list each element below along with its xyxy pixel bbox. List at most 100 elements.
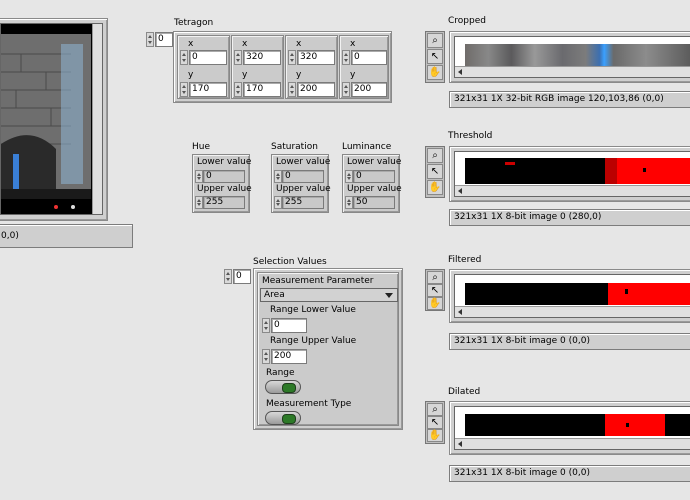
range-lower-spinner[interactable] [262, 318, 270, 333]
point-y-label: y [296, 70, 302, 80]
luminance-title: Luminance [342, 142, 392, 152]
point-x-spinner[interactable] [180, 50, 188, 65]
cropped-toolbox: ⌕ ↖ ✋ [425, 31, 445, 83]
range-toggle-label: Range [266, 368, 295, 378]
hue-upper-spinner[interactable] [195, 196, 203, 209]
luminance-upper-field[interactable]: 50 [353, 196, 395, 209]
point-y-spinner[interactable] [288, 82, 296, 97]
cropped-hscroll[interactable] [455, 66, 690, 77]
luminance-lower-spinner[interactable] [345, 170, 353, 183]
filtered-toolbox: ⌕ ↖ ✋ [425, 269, 445, 311]
luminance-upper-spinner[interactable] [345, 196, 353, 209]
saturation-upper-label: Upper value [276, 184, 331, 194]
tetragon-index[interactable]: 0 [155, 32, 173, 47]
point-y-field[interactable]: 200 [297, 82, 335, 97]
hue-title: Hue [192, 142, 211, 152]
arrow-pointer-icon[interactable]: ↖ [427, 49, 443, 64]
threshold-speckle [643, 168, 646, 172]
saturation-lower-field[interactable]: 0 [282, 170, 324, 183]
dilated-title: Dilated [448, 387, 481, 397]
point-y-label: y [242, 70, 248, 80]
saturation-upper-spinner[interactable] [274, 196, 282, 209]
threshold-status: 321x31 1X 8-bit image 0 (280,0) [449, 209, 690, 226]
hand-icon[interactable]: ✋ [427, 65, 443, 80]
point-x-spinner[interactable] [288, 50, 296, 65]
arrow-pointer-icon[interactable]: ↖ [427, 164, 443, 179]
luminance-cluster: Lower value 0 Upper value 50 [342, 154, 402, 213]
measurement-type-toggle[interactable] [265, 411, 301, 425]
hand-icon[interactable]: ✋ [427, 297, 443, 310]
dilated-hscroll[interactable] [455, 438, 690, 449]
magnifier-icon[interactable]: ⌕ [427, 271, 443, 284]
tetragon-array: x 0 y 170 x 320 y 170 x 320 y 200 x 0 y … [173, 31, 392, 103]
point-x-spinner[interactable] [234, 50, 242, 65]
tetragon-point-1: x 320 y 170 [231, 35, 284, 99]
cropped-frame [449, 31, 690, 83]
magnifier-icon[interactable]: ⌕ [427, 148, 443, 163]
selection-index[interactable]: 0 [233, 269, 251, 284]
filtered-hscroll[interactable] [455, 306, 690, 317]
hue-lower-spinner[interactable] [195, 170, 203, 183]
measurement-type-label: Measurement Type [266, 399, 352, 409]
selection-title: Selection Values [253, 257, 327, 267]
saturation-lower-label: Lower value [276, 157, 331, 167]
point-y-spinner[interactable] [342, 82, 350, 97]
selection-cluster: Measurement Parameter Area Range Lower V… [257, 272, 399, 426]
measurement-parameter-dropdown[interactable]: Area [260, 288, 398, 302]
filtered-red-region [608, 283, 690, 305]
magnifier-icon[interactable]: ⌕ [427, 403, 443, 416]
hand-icon[interactable]: ✋ [427, 429, 443, 442]
hand-icon[interactable]: ✋ [427, 180, 443, 195]
left-image-display[interactable] [0, 23, 103, 215]
dilated-red-region [605, 414, 665, 436]
point-y-field[interactable]: 200 [351, 82, 387, 97]
cropped-image-strip [465, 44, 690, 66]
tetragon-index-spinner[interactable] [146, 32, 154, 47]
range-lower-field[interactable]: 0 [271, 318, 307, 333]
point-x-field[interactable]: 320 [243, 50, 281, 65]
dilated-frame [449, 401, 690, 455]
range-upper-field[interactable]: 200 [271, 349, 307, 364]
hue-lower-field[interactable]: 0 [203, 170, 245, 183]
dilated-display[interactable] [454, 406, 690, 450]
threshold-display[interactable] [454, 151, 690, 197]
arrow-pointer-icon[interactable]: ↖ [427, 416, 443, 429]
tetragon-point-0: x 0 y 170 [177, 35, 230, 99]
luminance-upper-label: Upper value [347, 184, 402, 194]
saturation-lower-spinner[interactable] [274, 170, 282, 183]
point-y-field[interactable]: 170 [189, 82, 227, 97]
hue-upper-field[interactable]: 255 [203, 196, 245, 209]
point-x-field[interactable]: 0 [351, 50, 387, 65]
tetragon-title: Tetragon [174, 18, 214, 28]
point-x-label: x [188, 39, 194, 49]
filtered-display[interactable] [454, 274, 690, 318]
dilated-mask [465, 414, 690, 436]
cropped-display[interactable] [454, 36, 690, 78]
arrow-pointer-icon[interactable]: ↖ [427, 284, 443, 297]
point-x-field[interactable]: 320 [297, 50, 335, 65]
point-y-field[interactable]: 170 [243, 82, 281, 97]
threshold-hscroll[interactable] [455, 185, 690, 196]
saturation-upper-field[interactable]: 255 [282, 196, 324, 209]
range-toggle[interactable] [265, 380, 301, 394]
magnifier-icon[interactable]: ⌕ [427, 33, 443, 48]
left-image-vscroll[interactable] [92, 24, 102, 214]
range-upper-spinner[interactable] [262, 349, 270, 364]
left-image-panel [0, 18, 108, 221]
filtered-mask [465, 283, 690, 305]
filtered-title: Filtered [448, 255, 482, 265]
point-y-spinner[interactable] [234, 82, 242, 97]
point-x-spinner[interactable] [342, 50, 350, 65]
threshold-title: Threshold [448, 131, 493, 141]
point-y-spinner[interactable] [180, 82, 188, 97]
selection-index-spinner[interactable] [224, 269, 232, 284]
range-upper-label: Range Upper Value [270, 336, 357, 346]
threshold-mask [465, 158, 690, 184]
threshold-red-region-c [617, 158, 690, 184]
point-x-field[interactable]: 0 [189, 50, 227, 65]
point-x-label: x [296, 39, 302, 49]
luminance-lower-field[interactable]: 0 [353, 170, 395, 183]
filtered-frame [449, 269, 690, 323]
hue-lower-label: Lower value [197, 157, 252, 167]
threshold-red-region-a [505, 162, 515, 165]
